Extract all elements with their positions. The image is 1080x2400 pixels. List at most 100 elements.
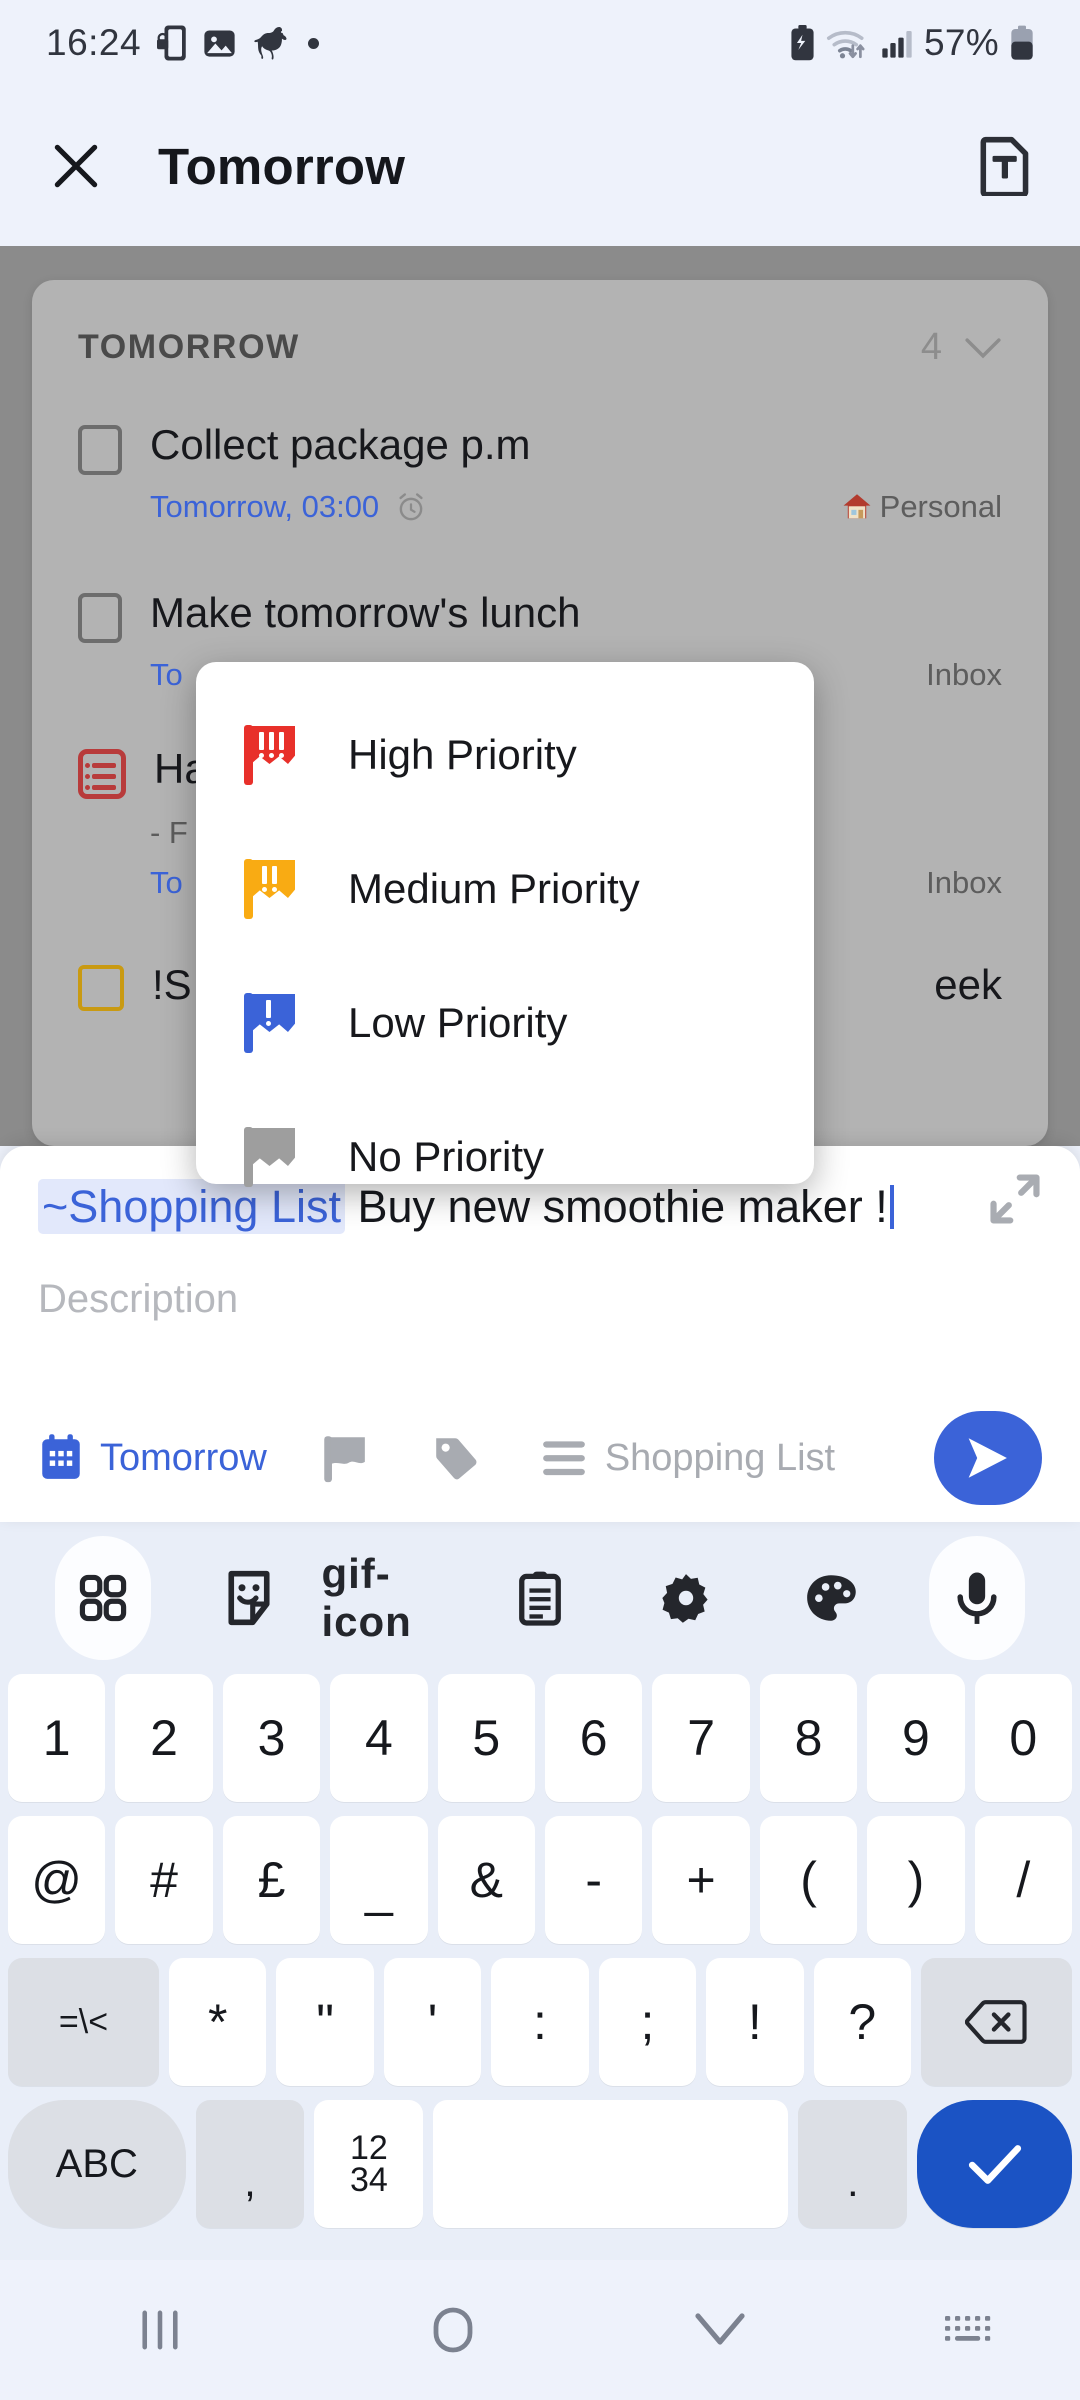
key-enter[interactable] bbox=[917, 2100, 1072, 2228]
task-title-tail: eek bbox=[934, 961, 1002, 1008]
key-plus[interactable]: + bbox=[652, 1816, 750, 1944]
gif-icon[interactable]: gif-icon bbox=[321, 1550, 467, 1646]
close-icon[interactable] bbox=[48, 138, 104, 194]
task-due: To bbox=[150, 865, 183, 901]
key-colon[interactable]: : bbox=[491, 1958, 589, 2086]
signal-icon bbox=[881, 27, 913, 59]
task-due: To bbox=[150, 657, 183, 693]
key-7[interactable]: 7 bbox=[652, 1674, 750, 1802]
backspace-icon[interactable] bbox=[920, 1958, 1072, 2086]
tag-icon[interactable] bbox=[429, 1429, 483, 1487]
keyboard-toolbar: gif-icon bbox=[0, 1522, 1080, 1674]
key-paren-open[interactable]: ( bbox=[759, 1816, 858, 1944]
checkbox-unchecked[interactable] bbox=[78, 593, 122, 643]
key-abc[interactable]: ABC bbox=[8, 2100, 186, 2228]
checkbox-amber[interactable] bbox=[78, 965, 124, 1011]
checkbox-unchecked[interactable] bbox=[78, 425, 122, 475]
status-bar: 16:24 57% bbox=[0, 0, 1080, 86]
key-semicolon[interactable]: ; bbox=[598, 1958, 697, 2086]
text-template-icon[interactable] bbox=[978, 136, 1032, 196]
key-numbers-bottom: 34 bbox=[349, 2161, 388, 2199]
description-input[interactable]: Description bbox=[38, 1277, 1042, 1322]
flag-icon bbox=[244, 725, 296, 785]
key-double-quote[interactable]: " bbox=[276, 1958, 374, 2086]
microphone-icon[interactable] bbox=[904, 1569, 1050, 1627]
phone-lock-icon bbox=[157, 24, 187, 62]
keyboard-row-symbols-2: =\< * " ' : ; ! ? bbox=[0, 1958, 1080, 2086]
key-4[interactable]: 4 bbox=[330, 1674, 428, 1802]
key-8[interactable]: 8 bbox=[759, 1674, 858, 1802]
key-6[interactable]: 6 bbox=[545, 1674, 643, 1802]
sticker-icon[interactable] bbox=[176, 1570, 322, 1626]
key-3[interactable]: 3 bbox=[222, 1674, 321, 1802]
key-9[interactable]: 9 bbox=[867, 1674, 965, 1802]
status-bar-right: 57% bbox=[790, 22, 1034, 64]
task-main: Collect package p.m bbox=[78, 421, 1002, 475]
key-question[interactable]: ? bbox=[813, 1958, 911, 2086]
task-list-label: Inbox bbox=[926, 865, 1002, 901]
expand-icon[interactable] bbox=[984, 1168, 1046, 1235]
gear-icon[interactable] bbox=[613, 1571, 759, 1625]
key-paren-close[interactable]: ) bbox=[867, 1816, 965, 1944]
menu-item-label: High Priority bbox=[348, 731, 577, 778]
subtask-list-icon[interactable] bbox=[78, 749, 126, 799]
keyboard-row-bottom: ABC , 12 34 . bbox=[0, 2100, 1080, 2228]
task-list-name-text: Inbox bbox=[926, 657, 1002, 692]
key-single-quote[interactable]: ' bbox=[383, 1958, 482, 2086]
grid-icon[interactable] bbox=[30, 1572, 176, 1624]
back-icon[interactable] bbox=[587, 2310, 854, 2350]
key-slash[interactable]: / bbox=[974, 1816, 1073, 1944]
menu-item-label: No Priority bbox=[348, 1133, 545, 1180]
date-chip[interactable]: Tomorrow bbox=[38, 1433, 267, 1483]
page-title: Tomorrow bbox=[158, 137, 406, 195]
list-chip[interactable]: Shopping List bbox=[539, 1436, 835, 1480]
battery-saver-icon bbox=[790, 25, 815, 61]
key-at[interactable]: @ bbox=[7, 1816, 106, 1944]
palette-icon[interactable] bbox=[759, 1572, 905, 1624]
menu-item-low-priority[interactable]: Low Priority bbox=[196, 956, 814, 1090]
send-button[interactable] bbox=[934, 1411, 1042, 1505]
key-5[interactable]: 5 bbox=[437, 1674, 535, 1802]
key-hyphen[interactable]: - bbox=[545, 1816, 643, 1944]
dot-icon bbox=[308, 37, 320, 49]
keyboard-switch-icon[interactable] bbox=[853, 2310, 1080, 2350]
task-title: !S bbox=[152, 961, 192, 1008]
keyboard: gif-icon 1 2 3 4 5 6 7 8 9 0 @ # £ _ & -… bbox=[0, 1522, 1080, 2260]
flag-icon bbox=[244, 993, 296, 1053]
section-header[interactable]: TOMORROW 4 bbox=[32, 280, 1048, 369]
chevron-down-icon[interactable] bbox=[964, 336, 1002, 360]
task-due-label: To bbox=[150, 657, 183, 692]
send-icon bbox=[961, 1431, 1015, 1485]
task-title: Make tomorrow's lunch bbox=[150, 589, 581, 636]
key-2[interactable]: 2 bbox=[115, 1674, 213, 1802]
key-comma[interactable]: , bbox=[195, 2100, 305, 2228]
clipboard-icon[interactable] bbox=[467, 1569, 613, 1627]
key-hash[interactable]: # bbox=[115, 1816, 213, 1944]
menu-item-label: Low Priority bbox=[348, 999, 568, 1046]
key-exclamation[interactable]: ! bbox=[706, 1958, 804, 2086]
key-0[interactable]: 0 bbox=[974, 1674, 1073, 1802]
menu-item-high-priority[interactable]: High Priority bbox=[196, 688, 814, 822]
recents-icon[interactable] bbox=[0, 2309, 320, 2351]
task-title: Collect package p.m bbox=[150, 421, 531, 468]
status-bar-left: 16:24 bbox=[46, 22, 320, 64]
flag-icon[interactable] bbox=[319, 1429, 373, 1487]
key-space[interactable] bbox=[433, 2100, 789, 2228]
key-pound[interactable]: £ bbox=[222, 1816, 321, 1944]
table-row[interactable]: Collect package p.m Tomorrow, 03:00 Pers… bbox=[32, 421, 1048, 525]
key-numbers-top: 12 bbox=[349, 2128, 388, 2167]
menu-item-no-priority[interactable]: No Priority bbox=[196, 1090, 814, 1224]
text-caret bbox=[889, 1185, 894, 1229]
menu-item-medium-priority[interactable]: Medium Priority bbox=[196, 822, 814, 956]
menu-item-label: Medium Priority bbox=[348, 865, 640, 912]
key-symbol-page-toggle[interactable]: =\< bbox=[8, 1958, 160, 2086]
key-period[interactable]: . bbox=[798, 2100, 908, 2228]
navigation-bar bbox=[0, 2260, 1080, 2400]
key-numbers[interactable]: 12 34 bbox=[314, 2100, 424, 2228]
key-ampersand[interactable]: & bbox=[437, 1816, 535, 1944]
key-asterisk[interactable]: * bbox=[169, 1958, 267, 2086]
section-title: TOMORROW bbox=[78, 328, 300, 366]
key-1[interactable]: 1 bbox=[7, 1674, 106, 1802]
key-underscore[interactable]: _ bbox=[330, 1816, 428, 1944]
home-icon[interactable] bbox=[320, 2304, 587, 2356]
